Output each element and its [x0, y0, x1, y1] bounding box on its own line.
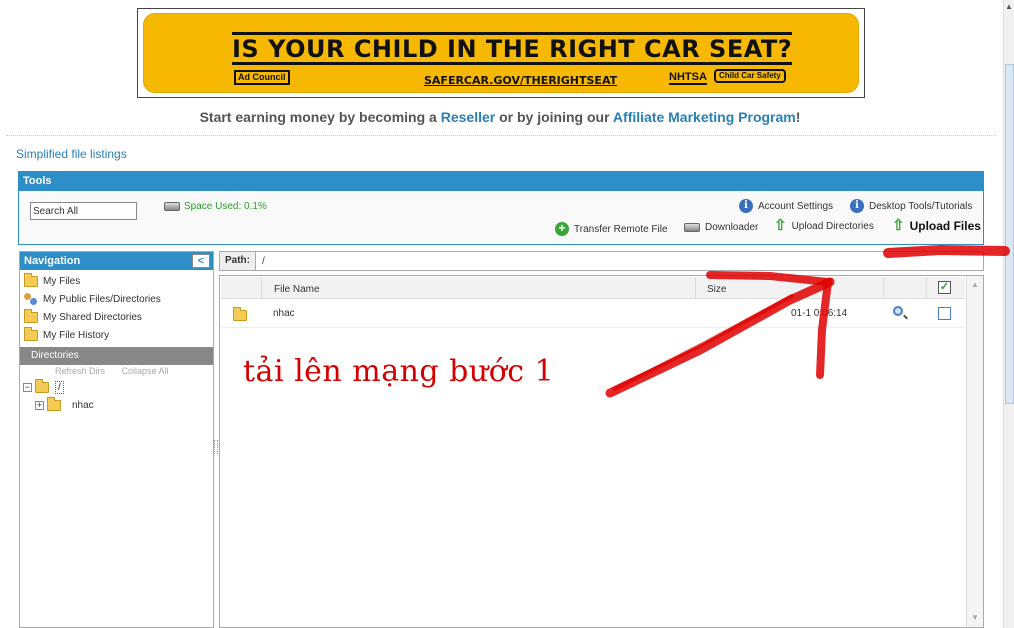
add-icon: +: [555, 222, 569, 236]
nav-item-label: My Public Files/Directories: [43, 293, 161, 305]
shared-folder-icon: [24, 308, 38, 323]
folder-icon: [24, 272, 38, 287]
column-separator: [883, 277, 884, 299]
nav-item-label: My Files: [43, 275, 81, 287]
table-row[interactable]: nhac 01-1 0:06:14: [221, 300, 965, 328]
search-input[interactable]: [30, 202, 137, 220]
tree-item-nhac[interactable]: + nhac: [20, 396, 213, 414]
scrollbar-thumb[interactable]: [1005, 64, 1014, 404]
hard-drive-icon: [164, 202, 180, 211]
directories-header: Directories: [20, 347, 213, 365]
divider: [6, 135, 996, 136]
nav-item-my-files[interactable]: My Files: [20, 272, 213, 290]
navigation-title: Navigation: [24, 255, 81, 267]
tools-panel: Tools Space Used: 0.1% i Account Setting…: [18, 171, 984, 245]
info-icon: i: [850, 199, 864, 213]
simplified-listings-link[interactable]: Simplified file listings: [16, 147, 127, 161]
select-all-checkbox[interactable]: ✓: [938, 281, 951, 294]
column-separator: [926, 277, 927, 299]
directory-actions: Refresh Dirs Collapse All: [20, 365, 213, 378]
column-separator: [695, 277, 696, 299]
column-size[interactable]: Size: [707, 284, 726, 295]
promo-middle: or by joining our: [495, 109, 613, 125]
space-used: Space Used: 0.1%: [164, 201, 267, 212]
scroll-up-icon[interactable]: ▲: [1005, 2, 1013, 11]
page-scrollbar[interactable]: ▲: [1003, 0, 1014, 628]
downloader-button[interactable]: Downloader: [684, 222, 758, 233]
desktop-tools-link[interactable]: i Desktop Tools/Tutorials: [850, 199, 972, 213]
tree-item-label: nhac: [72, 399, 94, 411]
collapse-panel-button[interactable]: <: [192, 254, 210, 268]
search-icon[interactable]: [893, 306, 903, 316]
path-value: /: [262, 255, 265, 267]
transfer-remote-label: Transfer Remote File: [574, 223, 668, 235]
promo-suffix: !: [795, 109, 801, 125]
child-car-safety-logo: Child Car Safety: [714, 69, 786, 83]
tree-root[interactable]: − /: [20, 378, 213, 396]
ad-banner[interactable]: IS YOUR CHILD IN THE RIGHT CAR SEAT? Ad …: [137, 8, 865, 98]
annotation-text: tải lên mạng bước 1: [243, 354, 555, 389]
collapse-all-link[interactable]: Collapse All: [122, 366, 169, 376]
folder-icon: [233, 307, 247, 321]
info-icon: i: [739, 199, 753, 213]
row-checkbox[interactable]: [938, 307, 951, 320]
ad-council-logo: Ad Council: [234, 70, 290, 85]
file-list-scrollbar[interactable]: ▲ ▼: [966, 276, 983, 627]
path-bar: Path: /: [219, 251, 984, 271]
affiliate-link[interactable]: Affiliate Marketing Program: [613, 109, 796, 125]
upload-files-button[interactable]: ⇧ Upload Files: [892, 217, 981, 234]
collapse-toggle-icon[interactable]: −: [23, 382, 32, 392]
upload-arrow-icon: ⇧: [892, 217, 905, 234]
file-date: 01-1 0:06:14: [791, 308, 848, 319]
account-settings-label: Account Settings: [758, 200, 834, 212]
file-table-header: File Name Size ✓: [221, 277, 965, 299]
expand-toggle-icon[interactable]: +: [35, 400, 44, 410]
upload-files-label: Upload Files: [909, 219, 981, 233]
tools-title: Tools: [19, 172, 983, 191]
transfer-remote-file-button[interactable]: + Transfer Remote File: [555, 222, 668, 236]
open-folder-icon: [35, 378, 49, 393]
nav-item-label: My File History: [43, 329, 110, 341]
folder-icon: [47, 396, 61, 411]
scroll-up-icon[interactable]: ▲: [969, 279, 981, 291]
promo-text: Start earning money by becoming a Resell…: [0, 109, 1000, 125]
downloader-label: Downloader: [705, 222, 759, 233]
ad-banner-body: IS YOUR CHILD IN THE RIGHT CAR SEAT? Ad …: [143, 13, 859, 93]
file-listing: File Name Size ✓ nhac 01-1 0:06:14 ▲ ▼: [219, 275, 984, 628]
downloader-icon: [684, 223, 700, 232]
reseller-link[interactable]: Reseller: [441, 109, 495, 125]
desktop-tools-label: Desktop Tools/Tutorials: [869, 200, 973, 212]
column-file-name[interactable]: File Name: [274, 284, 320, 295]
path-label: Path:: [220, 252, 256, 270]
users-icon: [24, 292, 38, 306]
upload-directories-button[interactable]: ⇧ Upload Directories: [774, 217, 874, 234]
nav-item-public-files[interactable]: My Public Files/Directories: [20, 290, 213, 308]
nhtsa-logo: NHTSA: [669, 71, 707, 85]
folder-icon: [24, 326, 38, 341]
file-name[interactable]: nhac: [273, 308, 295, 319]
upload-directories-label: Upload Directories: [791, 220, 874, 232]
panel-splitter[interactable]: [214, 440, 218, 454]
refresh-dirs-link[interactable]: Refresh Dirs: [55, 366, 105, 376]
navigation-panel: Navigation < My Files My Public Files/Di…: [19, 251, 214, 628]
navigation-header: Navigation <: [20, 252, 213, 270]
tree-root-label: /: [55, 380, 64, 394]
nav-item-file-history[interactable]: My File History: [20, 326, 213, 344]
ad-headline: IS YOUR CHILD IN THE RIGHT CAR SEAT?: [232, 32, 793, 65]
promo-prefix: Start earning money by becoming a: [199, 109, 441, 125]
space-used-text: Space Used: 0.1%: [184, 201, 267, 212]
ad-url: SAFERCAR.GOV/THERIGHTSEAT: [424, 74, 618, 87]
upload-arrow-icon: ⇧: [774, 217, 787, 234]
account-settings-link[interactable]: i Account Settings: [739, 199, 833, 213]
nav-item-shared-directories[interactable]: My Shared Directories: [20, 308, 213, 326]
nav-item-label: My Shared Directories: [43, 311, 142, 323]
bottom-status-strip: [219, 621, 984, 628]
column-separator: [261, 277, 262, 299]
